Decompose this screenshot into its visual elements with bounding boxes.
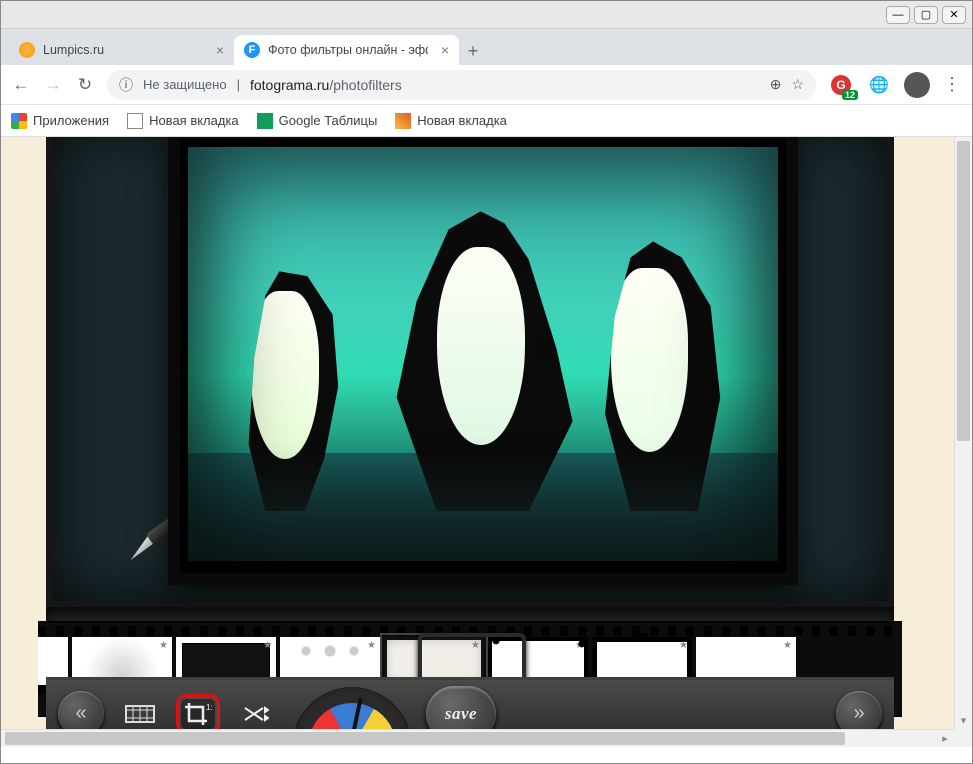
extension-badge-icon[interactable]: G 12: [828, 72, 854, 98]
window-maximize-button[interactable]: ▢: [914, 6, 938, 24]
tab-fotograma[interactable]: F Фото фильтры онлайн - эффекты ×: [234, 35, 459, 65]
image-icon: [395, 113, 411, 129]
penguin-1: [223, 271, 363, 511]
back-button[interactable]: ←: [11, 75, 31, 95]
star-icon: ★: [679, 640, 688, 651]
shuffle-button[interactable]: [234, 694, 278, 734]
url-text: fotograma.ru/photofilters: [250, 77, 402, 93]
forward-button[interactable]: →: [43, 75, 63, 95]
menu-button[interactable]: ⋮: [942, 74, 962, 95]
shuffle-icon: [243, 702, 269, 726]
globe-icon[interactable]: 🌐: [866, 72, 892, 98]
filmroll-icon: [125, 702, 155, 726]
bookmark-sheets[interactable]: Google Таблицы: [257, 113, 378, 129]
bookmark-label: Новая вкладка: [417, 113, 507, 128]
star-icon: ★: [159, 640, 168, 651]
star-icon[interactable]: ☆: [791, 76, 804, 93]
star-icon: ★: [575, 640, 584, 651]
sheets-icon: [257, 113, 273, 129]
page-content: ed ★Dirt ★Film ★Flowery ★Ground ★Grunge …: [1, 137, 972, 747]
search-icon[interactable]: ⊕: [770, 76, 782, 93]
info-icon: ⓘ: [119, 75, 133, 95]
bottom-panel: ed ★Dirt ★Film ★Flowery ★Ground ★Grunge …: [46, 607, 894, 747]
horizontal-scrollbar[interactable]: ▸: [1, 729, 954, 747]
photo-editor-app: ed ★Dirt ★Film ★Flowery ★Ground ★Grunge …: [46, 137, 894, 747]
scroll-right-icon[interactable]: ▸: [936, 730, 954, 747]
star-icon: ★: [367, 640, 376, 651]
bookmark-label: Новая вкладка: [149, 113, 239, 128]
tab-title: Фото фильтры онлайн - эффекты: [268, 43, 428, 57]
crop-button[interactable]: 1:1: [176, 694, 220, 734]
close-icon[interactable]: ×: [441, 42, 449, 58]
tab-title: Lumpics.ru: [43, 43, 104, 57]
window-close-button[interactable]: ✕: [942, 6, 966, 24]
preview-image[interactable]: [188, 147, 778, 561]
toolbar: ← → ↻ ⓘ Не защищено | fotograma.ru/photo…: [1, 65, 972, 105]
window-minimize-button[interactable]: —: [886, 6, 910, 24]
penguin-2: [389, 211, 589, 511]
bookmark-apps[interactable]: Приложения: [11, 113, 109, 129]
favicon-icon: F: [244, 42, 260, 58]
new-tab-button[interactable]: +: [459, 37, 487, 65]
security-label: Не защищено: [143, 77, 227, 92]
bookmark-label: Google Таблицы: [279, 113, 378, 128]
scroll-down-icon[interactable]: ▾: [955, 711, 972, 729]
scroll-thumb[interactable]: [5, 732, 845, 745]
bookmark-newtab-1[interactable]: Новая вкладка: [127, 113, 239, 129]
bookmark-newtab-2[interactable]: Новая вкладка: [395, 113, 507, 129]
tab-lumpics[interactable]: Lumpics.ru ×: [9, 35, 234, 65]
close-icon[interactable]: ×: [216, 42, 224, 58]
url-path: /photofilters: [329, 77, 401, 93]
favicon-icon: [19, 42, 35, 58]
crop-ratio-label: 1:1: [206, 703, 213, 712]
bookmark-label: Приложения: [33, 113, 109, 128]
reload-button[interactable]: ↻: [75, 75, 95, 95]
address-bar[interactable]: ⓘ Не защищено | fotograma.ru/photofilter…: [107, 70, 816, 100]
tab-strip: Lumpics.ru × F Фото фильтры онлайн - эфф…: [1, 29, 972, 65]
vertical-scrollbar[interactable]: ▾: [954, 137, 972, 729]
window-titlebar: — ▢ ✕: [1, 1, 972, 29]
page-icon: [127, 113, 143, 129]
cutting-mat: [46, 137, 894, 607]
url-host: fotograma.ru: [250, 77, 329, 93]
filmroll-button[interactable]: [118, 694, 162, 734]
ext-badge-count: 12: [842, 90, 858, 100]
star-icon: ★: [263, 640, 272, 651]
bookmarks-bar: Приложения Новая вкладка Google Таблицы …: [1, 105, 972, 137]
separator: |: [237, 77, 240, 92]
profile-avatar[interactable]: [904, 72, 930, 98]
crop-icon: 1:1: [183, 701, 213, 727]
star-icon: ★: [783, 640, 792, 651]
photo-frame: [168, 137, 798, 585]
scroll-corner: [954, 729, 972, 747]
penguin-3: [583, 241, 743, 511]
scroll-thumb[interactable]: [957, 141, 970, 441]
apps-icon: [11, 113, 27, 129]
